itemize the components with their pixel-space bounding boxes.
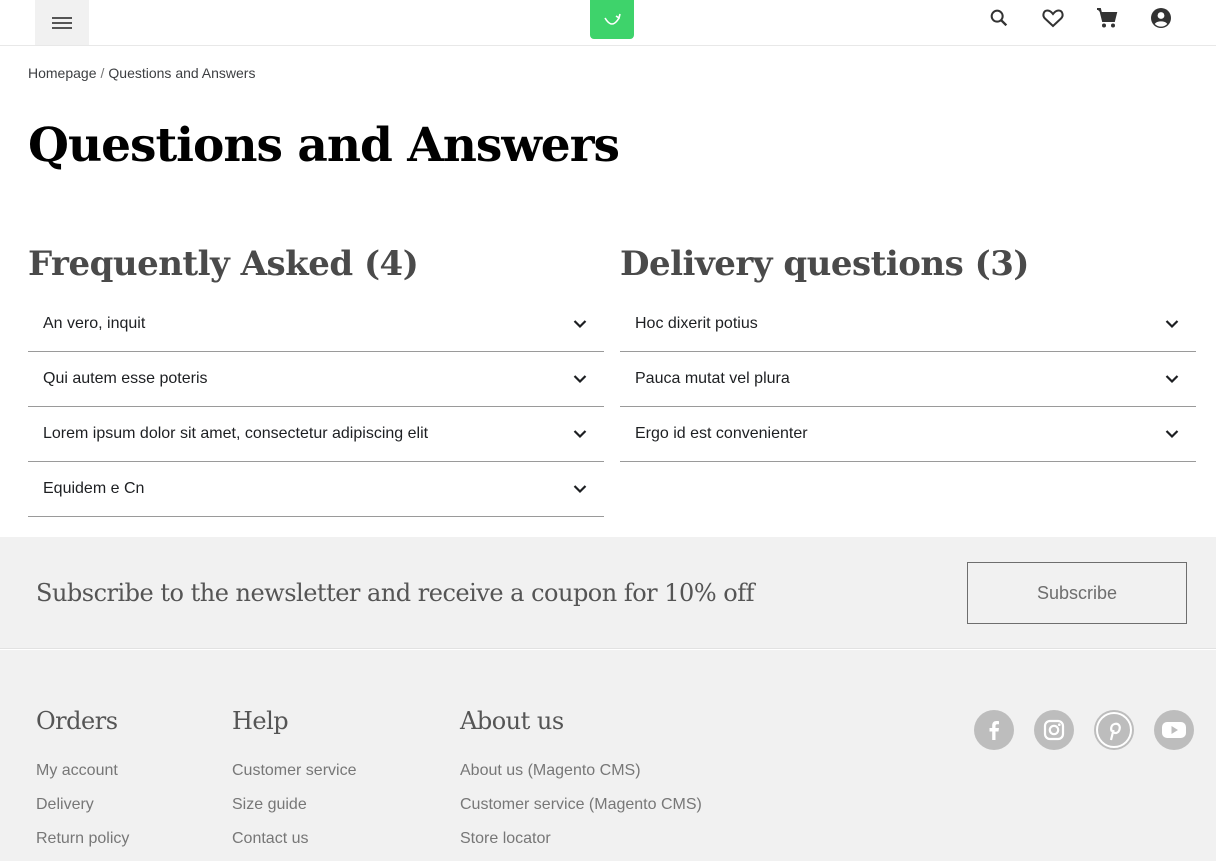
chevron-down-icon (1164, 316, 1180, 332)
search-button[interactable] (986, 5, 1012, 31)
facebook-link[interactable] (974, 710, 1014, 750)
chevron-down-icon (1164, 371, 1180, 387)
youtube-icon (1162, 722, 1186, 738)
faq-item[interactable]: Ergo id est convenienter (620, 407, 1196, 462)
faq-list-frequently-asked: An vero, inquit Qui autem esse poteris L… (28, 297, 604, 517)
menu-button[interactable] (35, 0, 89, 45)
page-title: Questions and Answers (28, 118, 620, 173)
newsletter-section: Subscribe to the newsletter and receive … (0, 537, 1216, 649)
footer-link[interactable]: Return policy (36, 822, 129, 856)
breadcrumb-home-link[interactable]: Homepage (28, 65, 97, 81)
footer-column-orders: Orders My account Delivery Return policy (36, 704, 129, 856)
footer-link[interactable]: Size guide (232, 788, 356, 822)
chevron-down-icon (1164, 426, 1180, 442)
hamburger-menu-icon (52, 16, 72, 29)
footer-column-help: Help Customer service Size guide Contact… (232, 704, 356, 856)
delivery-section-title: Delivery questions (3) (620, 244, 1029, 284)
footer-link[interactable]: Contact us (232, 822, 356, 856)
faq-list-delivery: Hoc dixerit potius Pauca mutat vel plura… (620, 297, 1196, 462)
shopping-bag-logo-icon (604, 13, 621, 25)
chevron-down-icon (572, 481, 588, 497)
instagram-icon (1043, 719, 1065, 741)
pinterest-link[interactable] (1094, 710, 1134, 750)
faq-item[interactable]: Hoc dixerit potius (620, 297, 1196, 352)
account-button[interactable] (1148, 5, 1174, 31)
faq-question: Qui autem esse poteris (43, 370, 208, 387)
faq-item[interactable]: Equidem e Cn (28, 462, 604, 517)
footer-link[interactable]: Delivery (36, 788, 129, 822)
faq-question: An vero, inquit (43, 315, 146, 332)
chevron-down-icon (572, 316, 588, 332)
footer-link[interactable]: Customer service (232, 754, 356, 788)
facebook-icon (989, 721, 999, 740)
newsletter-text: Subscribe to the newsletter and receive … (36, 579, 754, 607)
breadcrumb-current: Questions and Answers (108, 65, 256, 81)
cart-button[interactable] (1094, 5, 1120, 31)
instagram-link[interactable] (1034, 710, 1074, 750)
faq-item[interactable]: Qui autem esse poteris (28, 352, 604, 407)
heart-icon (1042, 9, 1064, 28)
chevron-down-icon (572, 371, 588, 387)
breadcrumb-separator: / (100, 65, 105, 81)
breadcrumb: Homepage / Questions and Answers (28, 64, 255, 82)
footer-link[interactable]: Store locator (460, 822, 702, 856)
faq-question: Pauca mutat vel plura (635, 370, 790, 387)
footer-link[interactable]: Customer service (Magento CMS) (460, 788, 702, 822)
footer-column-title: Orders (36, 707, 118, 735)
youtube-link[interactable] (1154, 710, 1194, 750)
chevron-down-icon (572, 426, 588, 442)
footer-link[interactable]: About us (Magento CMS) (460, 754, 702, 788)
store-logo[interactable] (590, 0, 634, 39)
site-footer: Orders My account Delivery Return policy… (0, 650, 1216, 861)
footer-column-title: Help (232, 707, 289, 735)
pinterest-icon (1096, 712, 1132, 748)
footer-column-about-us: About us About us (Magento CMS) Customer… (460, 704, 702, 856)
cart-icon (1097, 8, 1118, 28)
subscribe-button[interactable]: Subscribe (967, 562, 1187, 624)
wishlist-button[interactable] (1040, 5, 1066, 31)
search-icon (990, 9, 1008, 27)
faq-section-title: Frequently Asked (4) (28, 244, 419, 284)
faq-item[interactable]: An vero, inquit (28, 297, 604, 352)
footer-link[interactable]: My account (36, 754, 129, 788)
footer-column-title: About us (460, 707, 564, 735)
faq-question: Lorem ipsum dolor sit amet, consectetur … (43, 425, 429, 442)
faq-question: Ergo id est convenienter (635, 425, 808, 442)
site-header (0, 0, 1216, 46)
faq-item[interactable]: Lorem ipsum dolor sit amet, consectetur … (28, 407, 604, 462)
faq-question: Hoc dixerit potius (635, 315, 758, 332)
faq-question: Equidem e Cn (43, 480, 145, 497)
faq-item[interactable]: Pauca mutat vel plura (620, 352, 1196, 407)
account-icon (1151, 8, 1171, 28)
